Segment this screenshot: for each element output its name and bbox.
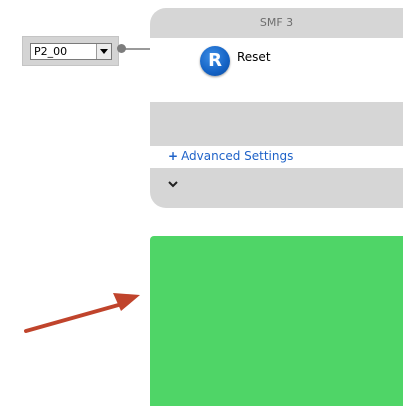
arrow-annotation [24,293,140,333]
arrow-head [113,293,140,311]
arrow-shaft [24,302,124,333]
